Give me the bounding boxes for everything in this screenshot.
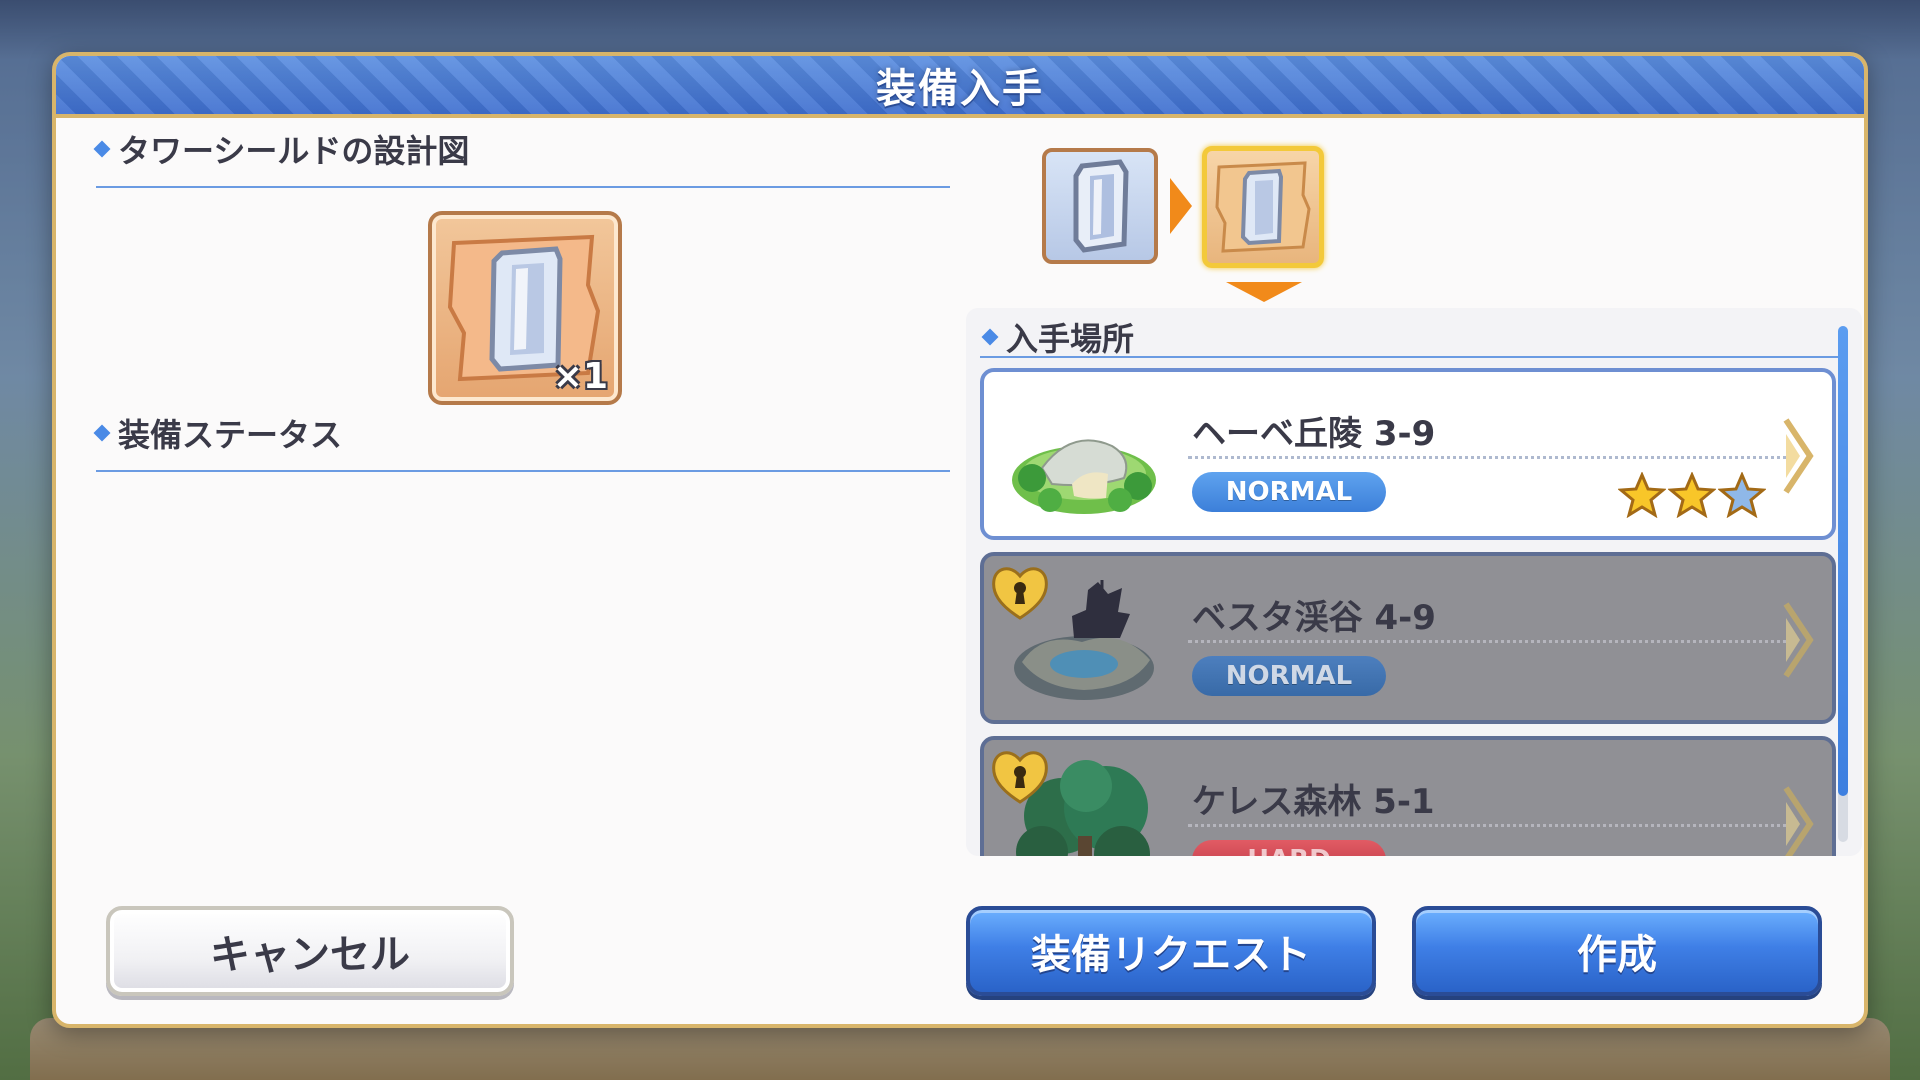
diamond-bullet-icon [93, 424, 111, 442]
material-shield-slot[interactable] [1042, 148, 1158, 264]
equipment-request-button-label: 装備リクエスト [1031, 932, 1311, 978]
stage-card-ceres-5-1[interactable]: ケレス森林 5-1 HARD [980, 736, 1836, 856]
stage-divider [1188, 824, 1794, 827]
stage-name: ベスタ渓谷 4-9 [1192, 598, 1436, 638]
dialog-header: 装備入手 [56, 56, 1864, 118]
hill-stage-thumbnail-icon [1012, 439, 1156, 514]
diamond-bullet-icon [981, 328, 999, 346]
stage-divider [1188, 640, 1794, 643]
item-name-heading: タワーシールドの設計図 [93, 126, 470, 172]
craft-button-label: 作成 [1577, 932, 1657, 978]
source-underline [980, 356, 1842, 358]
diamond-bullet-icon [93, 140, 111, 158]
chevron-right-icon [1783, 418, 1814, 494]
source-heading-label: 入手場所 [1006, 320, 1135, 358]
item-quantity: ×1 [552, 356, 608, 397]
stage-card-hebe-3-9[interactable]: ヘーベ丘陵 3-9 NORMAL [980, 368, 1836, 540]
star-icon [1618, 472, 1666, 518]
status-underline [96, 470, 950, 472]
source-list-scrollbar[interactable] [1838, 326, 1848, 842]
stage-rating [1618, 472, 1766, 518]
star-icon [1668, 472, 1716, 518]
cancel-button[interactable]: キャンセル [106, 906, 514, 996]
craft-button[interactable]: 作成 [1412, 906, 1822, 996]
equipment-request-button[interactable]: 装備リクエスト [966, 906, 1376, 996]
difficulty-badge: NORMAL [1192, 472, 1386, 512]
source-heading: 入手場所 [981, 314, 1135, 360]
blueprint-icon [1215, 161, 1311, 253]
chain-arrow-right-icon [1170, 178, 1192, 234]
dialog-title: 装備入手 [876, 66, 1044, 112]
difficulty-badge: HARD [1192, 840, 1386, 856]
scrollbar-thumb[interactable] [1838, 326, 1848, 796]
heart-lock-icon [992, 751, 1048, 804]
stage-card-vesta-4-9[interactable]: ベスタ渓谷 4-9 NORMAL [980, 552, 1836, 724]
item-name-underline [96, 186, 950, 188]
acquire-source-panel: 入手場所 ヘーベ丘陵 3-9 NORMAL ベスタ渓谷 4-9 NORMAL ケ… [966, 308, 1862, 856]
stage-divider [1188, 456, 1794, 459]
status-heading-label: 装備ステータス [118, 416, 343, 454]
chain-arrow-down-icon [1226, 282, 1302, 302]
stage-name: ケレス森林 5-1 [1192, 782, 1435, 822]
status-heading: 装備ステータス [93, 410, 343, 456]
chevron-right-icon [1783, 602, 1814, 678]
shield-icon [1073, 159, 1129, 253]
chevron-right-icon [1783, 786, 1814, 856]
difficulty-badge: NORMAL [1192, 656, 1386, 696]
item-name: タワーシールドの設計図 [118, 132, 470, 170]
heart-lock-icon [992, 567, 1048, 620]
equipment-acquire-dialog: 装備入手 タワーシールドの設計図 ×1 装備ステータス 入手場所 ヘーベ丘陵 3… [52, 52, 1868, 1028]
star-icon [1718, 472, 1766, 518]
blueprint-item-slot[interactable]: ×1 [428, 211, 622, 405]
cancel-button-label: キャンセル [210, 932, 410, 978]
blueprint-chain-slot[interactable] [1202, 146, 1324, 268]
stage-name: ヘーベ丘陵 3-9 [1192, 414, 1436, 454]
